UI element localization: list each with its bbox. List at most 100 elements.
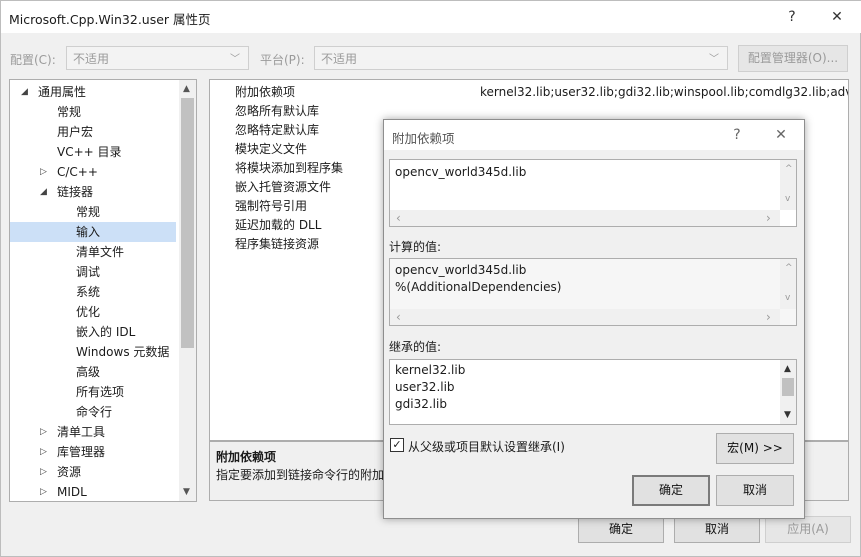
tree-item[interactable]: 命令行 xyxy=(10,402,176,422)
tree-item[interactable]: 常规 xyxy=(10,202,176,222)
edit-hscroll[interactable]: ‹ › xyxy=(390,210,780,226)
tree-item[interactable]: 高级 xyxy=(10,362,176,382)
collapsed-caret-icon[interactable]: ▷ xyxy=(40,442,47,462)
property-value[interactable]: kernel32.lib;user32.lib;gdi32.lib;winspo… xyxy=(480,83,848,102)
close-icon[interactable]: ✕ xyxy=(766,123,796,147)
scroll-up-icon[interactable]: ▲ xyxy=(183,84,190,94)
property-name: 嵌入托管资源文件 xyxy=(235,180,332,194)
tree-item[interactable]: ◢ 通用属性 xyxy=(10,82,176,102)
edit-line: opencv_world345d.lib xyxy=(395,165,527,179)
computed-vscroll[interactable]: ^ v xyxy=(780,259,796,309)
scroll-down-icon[interactable]: ▼ xyxy=(784,410,791,420)
tree-item[interactable]: 调试 xyxy=(10,262,176,282)
config-value: 不适用 xyxy=(73,52,110,66)
tree-item[interactable]: Windows 元数据 xyxy=(10,342,176,362)
window-title: Microsoft.Cpp.Win32.user 属性页 xyxy=(9,12,211,27)
platform-select[interactable]: 不适用 ﹀ xyxy=(314,46,728,70)
property-name: 延迟加载的 DLL xyxy=(235,218,322,232)
edit-vscroll[interactable]: ^ v xyxy=(780,160,796,210)
tree-item[interactable]: ▷ 清单工具 xyxy=(10,422,176,442)
expanded-caret-icon[interactable]: ◢ xyxy=(21,82,28,102)
tree-item-label: VC++ 目录 xyxy=(57,145,122,159)
help-icon[interactable]: ? xyxy=(777,5,807,29)
scroll-right-icon[interactable]: › xyxy=(766,211,771,225)
macro-button[interactable]: 宏(M) >> xyxy=(716,433,794,464)
tree-item-label: 高级 xyxy=(76,365,101,379)
tree-item[interactable]: 常规 xyxy=(10,102,176,122)
tree-item[interactable]: ▷ 库管理器 xyxy=(10,442,176,462)
inherited-vscroll[interactable]: ▲ ▼ xyxy=(780,360,796,424)
tree-item-label: 链接器 xyxy=(57,185,94,199)
property-name: 忽略特定默认库 xyxy=(235,123,320,137)
sub-ok-button[interactable]: 确定 xyxy=(632,475,710,506)
config-select[interactable]: 不适用 ﹀ xyxy=(66,46,249,70)
inherit-checkbox-label[interactable]: 从父级或项目默认设置继承(I) xyxy=(408,438,565,455)
computed-values: opencv_world345d.lib %(AdditionalDepende… xyxy=(389,258,797,326)
tree-item[interactable]: 优化 xyxy=(10,302,176,322)
scroll-down-icon[interactable]: v xyxy=(785,293,790,303)
tree-item-label: 清单文件 xyxy=(76,245,125,259)
tree-item[interactable]: 所有选项 xyxy=(10,382,176,402)
property-row[interactable]: 附加依赖项 kernel32.lib;user32.lib;gdi32.lib;w… xyxy=(210,83,848,102)
scroll-up-icon[interactable]: ▲ xyxy=(784,364,791,374)
config-manager-button[interactable]: 配置管理器(O)... xyxy=(738,45,848,72)
close-icon[interactable]: ✕ xyxy=(822,5,852,29)
tree-item-label: MIDL xyxy=(57,485,87,499)
dependencies-edit[interactable]: opencv_world345d.lib ^ v ‹ › xyxy=(389,159,797,227)
title-bar: Microsoft.Cpp.Win32.user 属性页 ? ✕ xyxy=(1,1,861,33)
inherit-checkbox[interactable]: ✓ xyxy=(390,438,404,452)
tree-item[interactable]: 用户宏 xyxy=(10,122,176,142)
scroll-right-icon[interactable]: › xyxy=(766,310,771,324)
scroll-up-icon[interactable]: ^ xyxy=(785,263,793,273)
scroll-left-icon[interactable]: ‹ xyxy=(396,211,401,225)
scroll-thumb[interactable] xyxy=(181,98,194,348)
tree-item[interactable]: 嵌入的 IDL xyxy=(10,322,176,342)
tree-item-label: 库管理器 xyxy=(57,445,106,459)
scroll-down-icon[interactable]: ▼ xyxy=(183,487,190,497)
collapsed-caret-icon[interactable]: ▷ xyxy=(40,462,47,482)
computed-hscroll[interactable]: ‹ › xyxy=(390,309,780,325)
scroll-down-icon[interactable]: v xyxy=(785,194,790,204)
property-tree: ◢ 通用属性 常规 用户宏 VC++ 目录 ▷ C/C++ ◢ 链接器 常规 输入 清单文件 调试 系统优… xyxy=(9,79,197,502)
sub-cancel-button[interactable]: 取消 xyxy=(716,475,794,506)
collapsed-caret-icon[interactable]: ▷ xyxy=(40,162,47,182)
tree-item-label: 常规 xyxy=(76,205,101,219)
tree-item[interactable]: 输入 xyxy=(10,222,176,242)
cancel-button[interactable]: 取消 xyxy=(674,516,760,543)
scroll-left-icon[interactable]: ‹ xyxy=(396,310,401,324)
config-label: 配置(C): xyxy=(10,53,56,67)
scroll-up-icon[interactable]: ^ xyxy=(785,164,793,174)
inherited-line: gdi32.lib xyxy=(395,397,447,411)
tree-item-label: 通用属性 xyxy=(38,85,87,99)
tree-item-label: 用户宏 xyxy=(57,125,94,139)
scroll-thumb[interactable] xyxy=(782,378,794,396)
tree-scrollbar[interactable]: ▲ ▼ xyxy=(179,80,196,501)
description-text: 指定要添加到链接命令行的附加 xyxy=(216,468,385,482)
inherited-values: kernel32.lib user32.lib gdi32.lib ▲ ▼ xyxy=(389,359,797,425)
apply-button[interactable]: 应用(A) xyxy=(765,516,851,543)
tree-item[interactable]: 系统 xyxy=(10,282,176,302)
chevron-down-icon: ﹀ xyxy=(230,54,240,65)
tree-item[interactable]: 清单文件 xyxy=(10,242,176,262)
tree-item[interactable]: ◢ 链接器 xyxy=(10,182,176,202)
description-title: 附加依赖项 xyxy=(216,450,277,464)
ok-button[interactable]: 确定 xyxy=(578,516,664,543)
help-icon[interactable]: ? xyxy=(722,123,752,147)
property-name: 强制符号引用 xyxy=(235,199,308,213)
platform-value: 不适用 xyxy=(321,52,358,66)
platform-label: 平台(P): xyxy=(260,53,305,67)
collapsed-caret-icon[interactable]: ▷ xyxy=(40,422,47,442)
property-name: 忽略所有默认库 xyxy=(235,104,320,118)
collapsed-caret-icon[interactable]: ▷ xyxy=(40,482,47,501)
tree-item[interactable]: VC++ 目录 xyxy=(10,142,176,162)
tree-item[interactable]: ▷ MIDL xyxy=(10,482,176,501)
inherited-line: user32.lib xyxy=(395,380,455,394)
tree-item-label: 优化 xyxy=(76,305,101,319)
inherited-label: 继承的值: xyxy=(389,340,442,354)
expanded-caret-icon[interactable]: ◢ xyxy=(40,182,47,202)
sub-title-bar: 附加依赖项 ? ✕ xyxy=(384,120,804,150)
additional-dependencies-dialog: 附加依赖项 ? ✕ opencv_world345d.lib ^ v ‹ › 计… xyxy=(383,119,805,519)
properties-dialog: Microsoft.Cpp.Win32.user 属性页 ? ✕ 配置(C): … xyxy=(0,0,861,557)
tree-item[interactable]: ▷ 资源 xyxy=(10,462,176,482)
tree-item[interactable]: ▷ C/C++ xyxy=(10,162,176,182)
